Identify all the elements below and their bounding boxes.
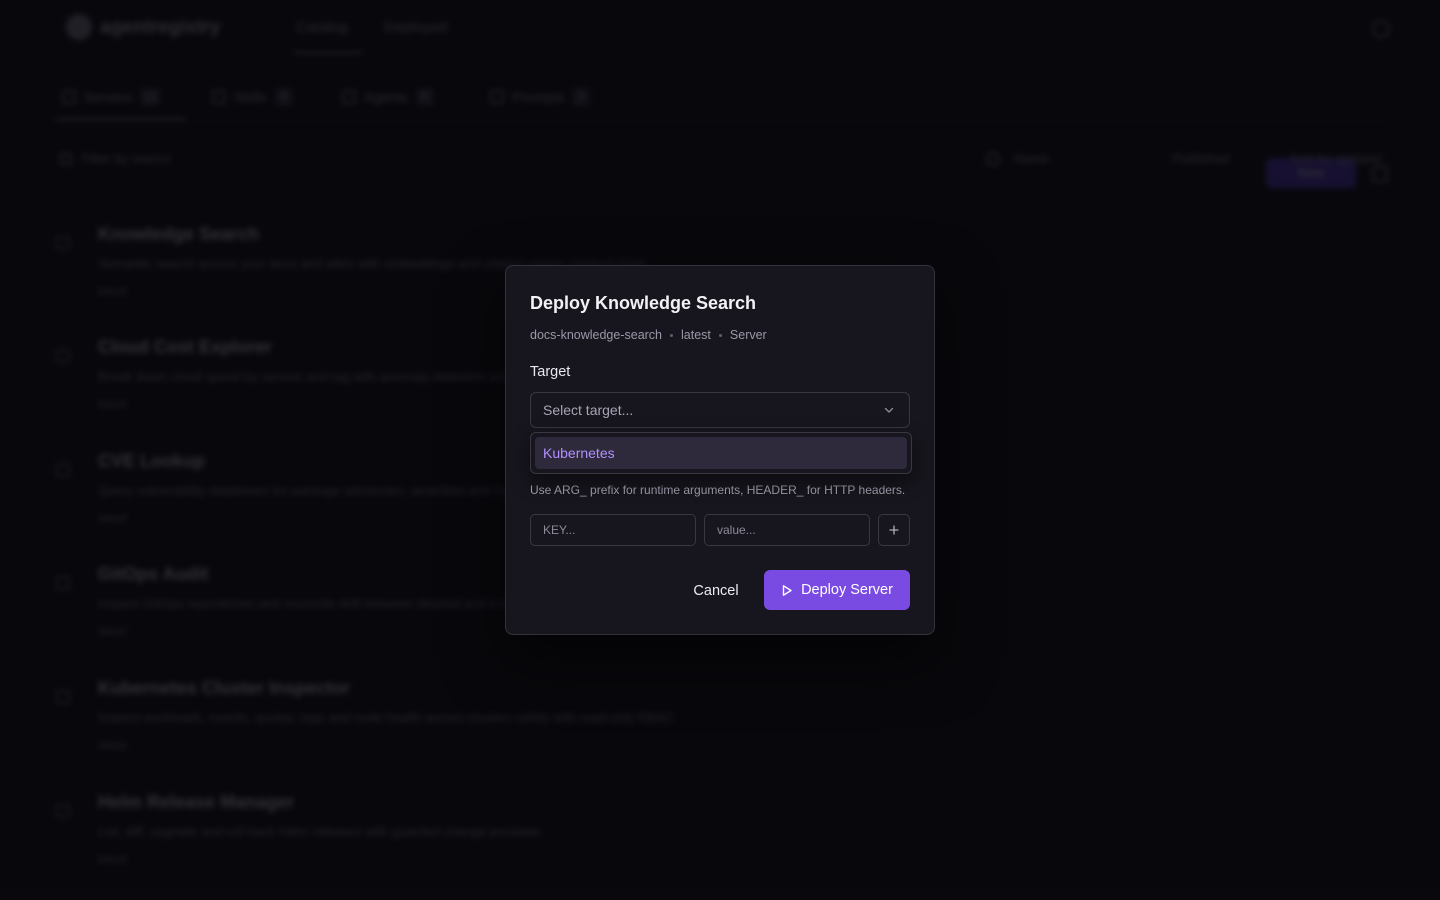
server-version: latest — [681, 328, 711, 342]
play-icon — [782, 584, 792, 596]
separator-dot — [670, 333, 674, 337]
add-env-button[interactable] — [878, 514, 910, 546]
env-key-input[interactable] — [530, 514, 696, 546]
target-select[interactable]: Select target... — [530, 392, 910, 428]
target-select-placeholder: Select target... — [543, 402, 634, 418]
dialog-title: Deploy Knowledge Search — [530, 293, 757, 313]
target-label: Target — [530, 364, 571, 380]
cancel-button[interactable]: Cancel — [682, 571, 750, 611]
target-dropdown: Kubernetes — [530, 432, 912, 474]
deploy-server-label: Deploy Server — [801, 582, 893, 598]
plus-icon — [889, 525, 899, 535]
resource-type: Server — [729, 328, 767, 342]
env-value-input[interactable] — [704, 514, 870, 546]
separator-dot — [718, 333, 722, 337]
chevron-down-icon — [884, 407, 894, 413]
deploy-server-button[interactable]: Deploy Server — [764, 570, 910, 610]
env-hint: Use ARG_ prefix for runtime arguments, H… — [530, 483, 906, 497]
target-option-kubernetes[interactable]: Kubernetes — [535, 437, 907, 469]
server-package-name: docs-knowledge-search — [530, 328, 663, 342]
server-meta: docs-knowledge-search latest Server — [530, 328, 767, 342]
